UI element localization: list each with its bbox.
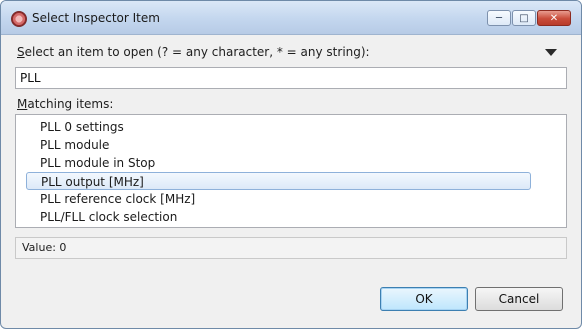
minimize-icon: ─ — [495, 12, 503, 24]
close-icon: ✕ — [549, 12, 559, 24]
cancel-button[interactable]: Cancel — [475, 287, 563, 311]
list-item[interactable]: PLL reference clock [MHz] — [40, 190, 195, 208]
maximize-button[interactable]: □ — [512, 10, 536, 26]
search-input[interactable] — [15, 67, 567, 89]
app-icon — [11, 11, 27, 27]
list-item[interactable]: PLL 0 settings — [40, 118, 124, 136]
minimize-button[interactable]: ─ — [487, 10, 511, 26]
list-item[interactable]: PLL output [MHz] — [26, 172, 531, 190]
list-item[interactable]: PLL module — [40, 136, 109, 154]
maximize-icon: □ — [519, 12, 529, 24]
matching-items-label: Matching items: — [17, 97, 113, 111]
list-item[interactable]: PLL/FLL clock selection — [40, 208, 177, 226]
close-button[interactable]: ✕ — [537, 10, 571, 26]
title-bar[interactable]: Select Inspector Item ─ □ ✕ — [1, 1, 581, 35]
value-status: Value: 0 — [15, 237, 567, 259]
history-menu-arrow-icon[interactable] — [545, 49, 557, 56]
prompt-accel: S — [17, 45, 25, 59]
matching-accel: M — [17, 97, 28, 111]
matching-items-list[interactable]: PLL 0 settings PLL module PLL module in … — [15, 114, 567, 228]
matching-text: atching items: — [27, 97, 114, 111]
window-title: Select Inspector Item — [32, 11, 160, 25]
prompt-text: elect an item to open (? = any character… — [24, 45, 370, 59]
dialog-window: Select Inspector Item ─ □ ✕ Select an it… — [0, 0, 582, 329]
list-item[interactable]: PLL module in Stop — [40, 154, 155, 172]
ok-button[interactable]: OK — [380, 287, 468, 311]
prompt-label: Select an item to open (? = any characte… — [17, 45, 370, 59]
